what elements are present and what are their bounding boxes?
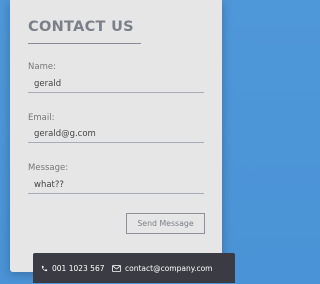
envelope-icon bbox=[112, 264, 121, 272]
message-label: Message: bbox=[28, 163, 69, 173]
phone-icon bbox=[41, 265, 48, 272]
email-address: contact@company.com bbox=[125, 263, 213, 273]
title-underline bbox=[28, 43, 141, 44]
contact-info-bar: 001 1023 567 contact@company.com bbox=[33, 253, 235, 283]
email-field[interactable] bbox=[28, 126, 204, 143]
send-message-button[interactable]: Send Message bbox=[126, 213, 205, 234]
contact-card: CONTACT US Name: Email: Message: Send Me… bbox=[10, 0, 222, 272]
page-title: CONTACT US bbox=[28, 19, 134, 35]
message-field[interactable] bbox=[28, 177, 204, 194]
email-info[interactable]: contact@company.com bbox=[112, 253, 212, 283]
phone-number: 001 1023 567 bbox=[52, 263, 105, 273]
name-field[interactable] bbox=[28, 76, 204, 93]
name-label: Name: bbox=[28, 62, 56, 72]
phone-info[interactable]: 001 1023 567 bbox=[41, 253, 105, 283]
email-label: Email: bbox=[28, 113, 55, 123]
